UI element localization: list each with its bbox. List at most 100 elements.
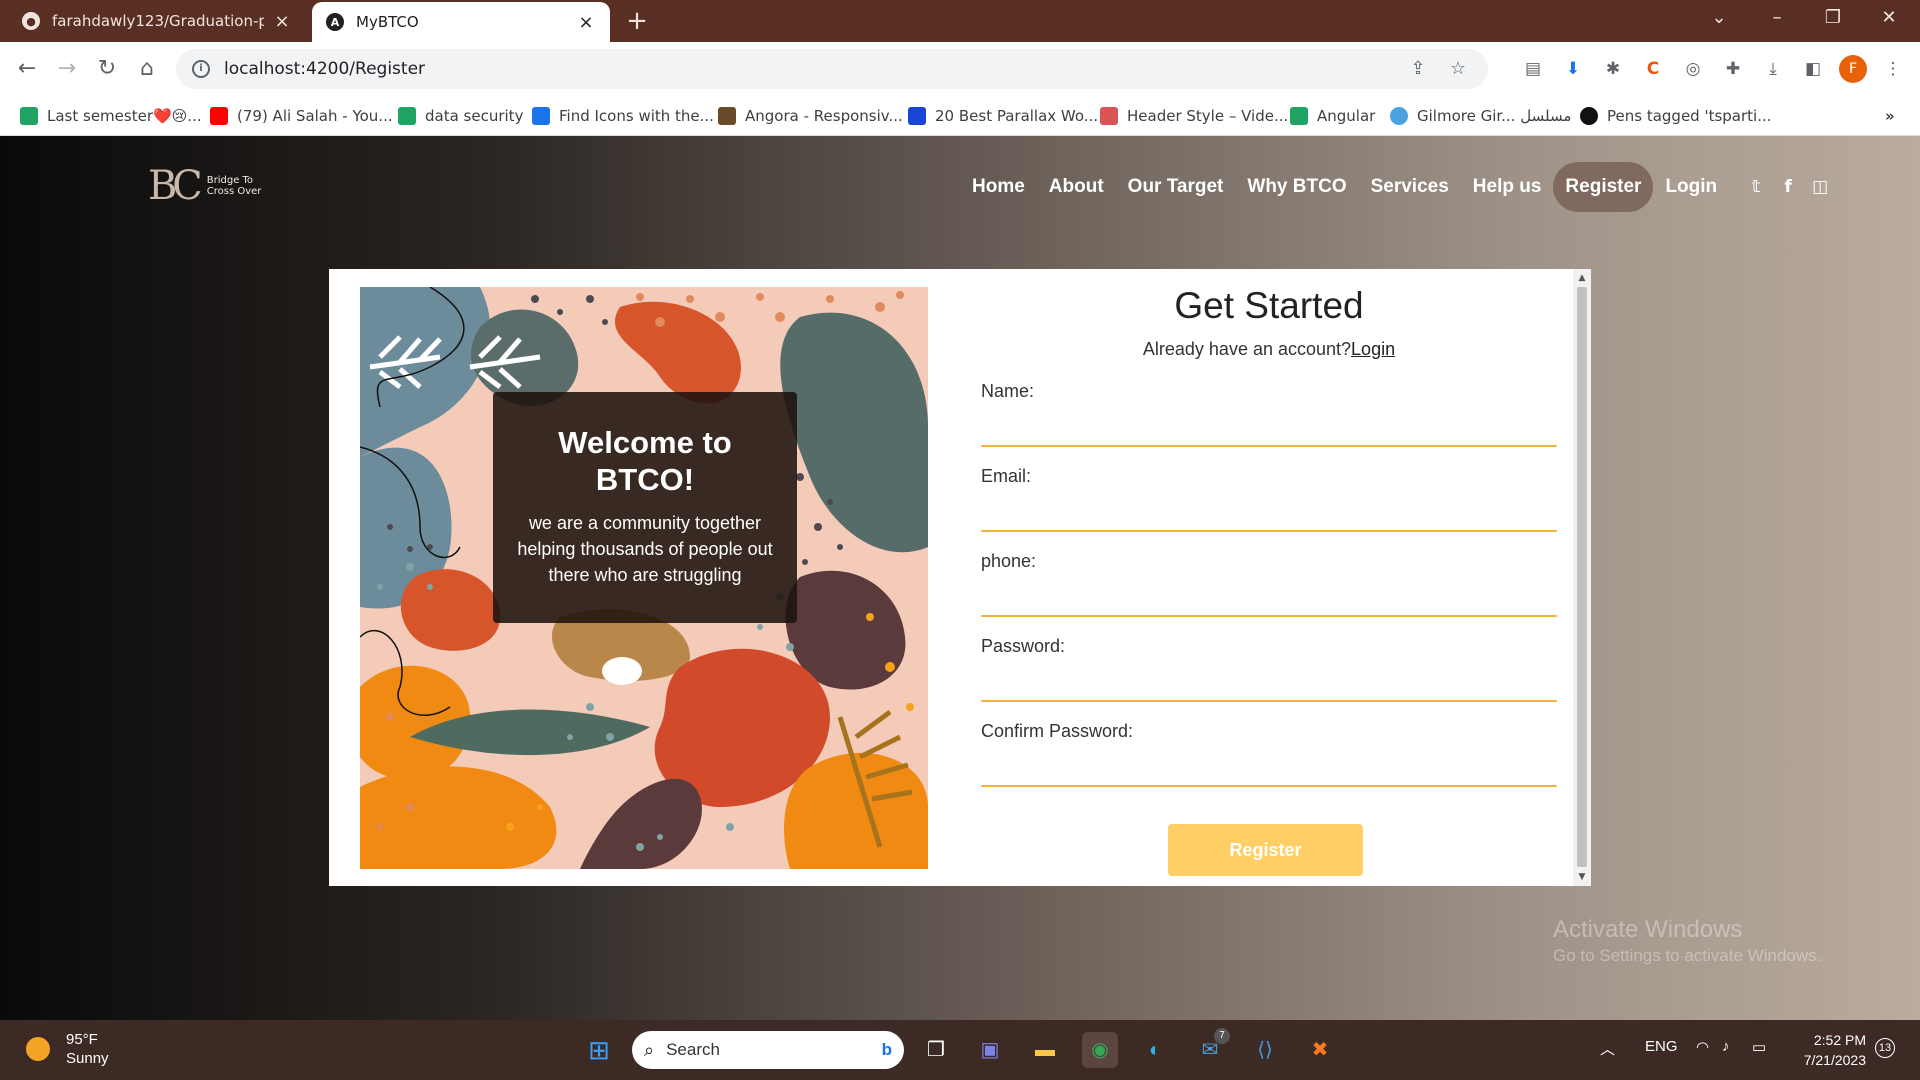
twitter-icon[interactable]: 𝕥 (1747, 177, 1765, 197)
bookmarks-bar: Last semester❤️😢... (79) Ali Salah - You… (0, 96, 1920, 136)
bookmark-item[interactable]: Gilmore Gir... مسلسل (1390, 104, 1571, 128)
name-input[interactable] (981, 411, 1557, 443)
register-button[interactable]: Register (1168, 824, 1363, 876)
url-text[interactable]: localhost:4200/Register (224, 59, 1392, 79)
nav-login[interactable]: Login (1653, 162, 1729, 212)
tab-search-icon[interactable]: ⌄ (1694, 0, 1744, 36)
bookmark-item[interactable]: Header Style – Vide... (1100, 104, 1288, 128)
forward-button[interactable]: → (50, 52, 84, 86)
nav-services[interactable]: Services (1359, 162, 1461, 212)
welcome-overlay: Welcome to BTCO! we are a community toge… (493, 392, 797, 623)
extension-download-icon[interactable]: ⬇ (1560, 56, 1586, 82)
restore-button[interactable]: ❐ (1808, 0, 1858, 36)
vscode-icon[interactable]: ⟨⟩ (1247, 1032, 1283, 1068)
task-view-icon[interactable]: ❐ (918, 1032, 954, 1068)
bookmark-item[interactable]: Pens tagged 'tsparti... (1580, 104, 1772, 128)
more-bookmarks-icon[interactable]: » (1885, 104, 1895, 128)
minimize-button[interactable]: – (1752, 0, 1802, 36)
youtube-icon (210, 107, 228, 125)
nav-register[interactable]: Register (1553, 162, 1654, 212)
globe-icon (1390, 107, 1408, 125)
instagram-icon[interactable]: ◫ (1811, 177, 1829, 197)
close-tab-icon[interactable]: × (272, 11, 292, 32)
home-button[interactable]: ⌂ (130, 52, 164, 86)
start-icon[interactable]: ⊞ (581, 1032, 617, 1068)
logo-tagline-line1: Bridge To (206, 175, 254, 186)
scroll-down-icon[interactable]: ▼ (1573, 868, 1591, 886)
flag-icon (532, 107, 550, 125)
login-link[interactable]: Login (1351, 339, 1395, 359)
wifi-icon[interactable]: ◠ (1696, 1038, 1709, 1056)
scroll-up-icon[interactable]: ▲ (1573, 269, 1591, 287)
menu-kebab-icon[interactable]: ⋮ (1880, 56, 1906, 82)
taskbar-search[interactable]: ⌕ Search b (632, 1031, 904, 1069)
show-hidden-icons[interactable]: ︿ (1600, 1038, 1615, 1059)
input-underline (981, 445, 1557, 447)
site-logo[interactable]: BC Bridge To Cross Over (148, 166, 261, 206)
bookmark-item[interactable]: Last semester❤️😢... (20, 104, 202, 128)
side-panel-icon[interactable]: ◧ (1800, 56, 1826, 82)
confirm-password-input[interactable] (981, 751, 1557, 783)
nav-why-btco[interactable]: Why BTCO (1235, 162, 1358, 212)
teams-icon[interactable]: ▣ (972, 1032, 1008, 1068)
bookmark-label: Last semester❤️😢... (47, 107, 202, 125)
extension-c-icon[interactable]: C (1640, 56, 1666, 82)
nav-about[interactable]: About (1037, 162, 1116, 212)
tab-mybtco[interactable]: A MyBTCO × (312, 2, 610, 42)
address-bar[interactable]: i localhost:4200/Register ⇪ ☆ (176, 49, 1488, 89)
browser-tab-strip: ● farahdawly123/Graduation-proje × A MyB… (0, 0, 1920, 42)
back-button[interactable]: ← (10, 52, 44, 86)
triangle-icon (1100, 107, 1118, 125)
battery-icon[interactable]: ▭ (1752, 1038, 1766, 1056)
extensions-puzzle-icon[interactable]: ✚ (1720, 56, 1746, 82)
share-icon[interactable]: ⇪ (1404, 55, 1432, 83)
watermark-subtitle: Go to Settings to activate Windows. (1553, 946, 1822, 965)
welcome-text: we are a community together helping thou… (517, 513, 773, 585)
bookmark-star-icon[interactable]: ☆ (1444, 55, 1472, 83)
input-underline (981, 615, 1557, 617)
bookmark-item[interactable]: Angular (1290, 104, 1375, 128)
bookmark-item[interactable]: (79) Ali Salah - You... (210, 104, 393, 128)
google-drive-icon (1290, 107, 1308, 125)
language-indicator[interactable]: ENG (1645, 1038, 1678, 1055)
notification-badge[interactable]: 13 (1875, 1038, 1895, 1058)
new-tab-button[interactable]: + (622, 6, 652, 36)
close-tab-icon[interactable]: × (576, 12, 596, 33)
weather-widget[interactable]: 95°F Sunny (26, 1030, 109, 1068)
nav-help-us[interactable]: Help us (1461, 162, 1554, 212)
extension-circle-icon[interactable]: ◎ (1680, 56, 1706, 82)
file-explorer-icon[interactable]: ▬ (1027, 1032, 1063, 1068)
bookmark-label: Find Icons with the... (559, 107, 714, 125)
volume-icon[interactable]: ♪ (1722, 1038, 1730, 1055)
extension-bug-icon[interactable]: ✱ (1600, 56, 1626, 82)
bookmark-item[interactable]: 20 Best Parallax Wo... (908, 104, 1098, 128)
confirm-password-field: Confirm Password: (981, 721, 1557, 806)
site-info-icon[interactable]: i (192, 60, 210, 78)
downloads-icon[interactable]: ⤓ (1760, 56, 1786, 82)
bookmark-item[interactable]: Angora - Responsiv... (718, 104, 903, 128)
bookmark-item[interactable]: data security (398, 104, 523, 128)
card-scrollbar[interactable]: ▲ ▼ (1573, 269, 1591, 886)
scrollbar-thumb[interactable] (1577, 287, 1587, 867)
already-text: Already have an account? (1142, 339, 1352, 359)
profile-avatar[interactable]: F (1839, 55, 1867, 83)
edge-icon[interactable]: ◐ (1137, 1032, 1173, 1068)
clock[interactable]: 2:52 PM 7/21/2023 (1780, 1030, 1866, 1070)
name-field: Name: (981, 381, 1557, 466)
phone-input[interactable] (981, 581, 1557, 613)
register-form: Get Started Already have an account?Logi… (981, 269, 1557, 886)
extension-notes-icon[interactable]: ▤ (1520, 56, 1546, 82)
xampp-icon[interactable]: ✖ (1302, 1032, 1338, 1068)
reload-button[interactable]: ↻ (90, 52, 124, 86)
nav-our-target[interactable]: Our Target (1116, 162, 1236, 212)
tab-github[interactable]: ● farahdawly123/Graduation-proje × (8, 0, 306, 42)
nav-home[interactable]: Home (960, 162, 1037, 212)
chrome-icon[interactable]: ◉ (1082, 1032, 1118, 1068)
close-window-button[interactable]: ✕ (1864, 0, 1914, 36)
bookmark-item[interactable]: Find Icons with the... (532, 104, 714, 128)
codepen-icon (1580, 107, 1598, 125)
email-input[interactable] (981, 496, 1557, 528)
google-drive-icon (398, 107, 416, 125)
password-input[interactable] (981, 666, 1557, 698)
facebook-icon[interactable]: f (1779, 177, 1797, 197)
